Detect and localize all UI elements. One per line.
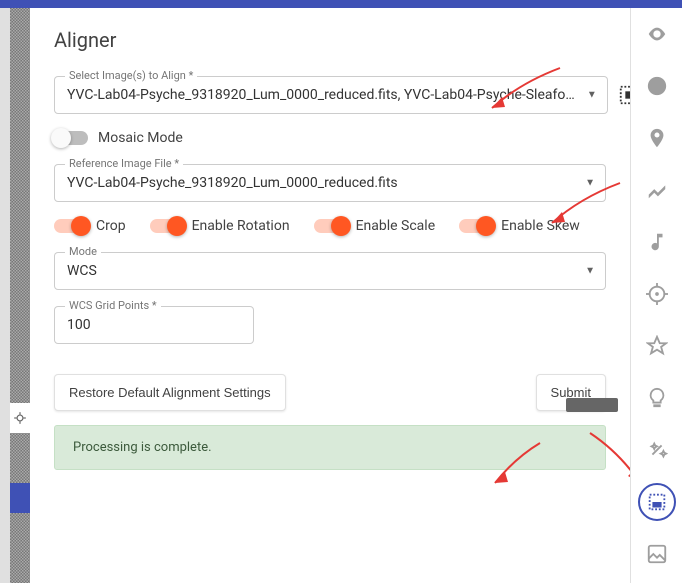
wcs-grid-points-input[interactable]: WCS Grid Points * 100: [54, 306, 254, 344]
panel-title: Aligner: [54, 28, 606, 52]
image-thumbnail-strip: [10, 8, 30, 583]
aligner-panel: Aligner Select Image(s) to Align * YVC-L…: [30, 8, 630, 583]
thumbnail-selected[interactable]: [10, 483, 30, 513]
sonify-tool-icon[interactable]: [631, 216, 682, 268]
auto-tool-icon[interactable]: [631, 424, 682, 476]
viewer-tool-icon[interactable]: [631, 8, 682, 60]
image-tool-icon[interactable]: [631, 528, 682, 580]
skew-toggle[interactable]: [459, 219, 493, 233]
mode-value: WCS: [67, 263, 573, 279]
reference-image-dropdown[interactable]: Reference Image File * YVC-Lab04-Psyche_…: [54, 164, 606, 202]
mosaic-mode-toggle[interactable]: [54, 131, 88, 145]
plot-tool-icon[interactable]: [631, 164, 682, 216]
crop-label: Crop: [96, 218, 126, 234]
select-images-dropdown[interactable]: Select Image(s) to Align * YVC-Lab04-Psy…: [54, 76, 608, 114]
select-images-label: Select Image(s) to Align *: [65, 69, 197, 82]
mode-label: Mode: [65, 245, 101, 258]
skew-label: Enable Skew: [501, 218, 580, 234]
favorite-tool-icon[interactable]: [631, 320, 682, 372]
wcs-grid-points-label: WCS Grid Points *: [65, 299, 161, 312]
mode-dropdown[interactable]: Mode WCS ▼: [54, 252, 606, 290]
centroid-tool-icon[interactable]: [631, 268, 682, 320]
tips-tool-icon[interactable]: [631, 372, 682, 424]
marker-tool-icon[interactable]: [631, 112, 682, 164]
select-images-value: YVC-Lab04-Psyche_9318920_Lum_0000_reduce…: [67, 87, 575, 103]
rotation-toggle[interactable]: [150, 219, 184, 233]
wcs-grid-points-value: 100: [67, 317, 221, 333]
reference-image-value: YVC-Lab04-Psyche_9318920_Lum_0000_reduce…: [67, 175, 573, 191]
select-all-icon[interactable]: [618, 79, 630, 111]
crop-toggle[interactable]: [54, 219, 88, 233]
tool-rail: [630, 8, 682, 583]
app-top-bar: [0, 0, 682, 8]
mosaic-mode-label: Mosaic Mode: [98, 130, 183, 146]
aligner-tool-icon[interactable]: [631, 476, 682, 528]
chevron-down-icon: ▼: [585, 266, 595, 277]
reference-image-label: Reference Image File *: [65, 157, 183, 170]
scale-label: Enable Scale: [356, 218, 436, 234]
rotation-label: Enable Rotation: [192, 218, 290, 234]
scale-toggle[interactable]: [314, 219, 348, 233]
left-scrollbar[interactable]: [0, 8, 10, 583]
plate-solve-icon[interactable]: [10, 403, 30, 433]
status-message: Processing is complete.: [54, 425, 606, 470]
chevron-down-icon: ▼: [587, 90, 597, 101]
info-tool-icon[interactable]: [631, 60, 682, 112]
restore-defaults-button[interactable]: Restore Default Alignment Settings: [54, 374, 286, 411]
chevron-down-icon: ▼: [585, 178, 595, 189]
tooltip-badge: [566, 398, 618, 412]
